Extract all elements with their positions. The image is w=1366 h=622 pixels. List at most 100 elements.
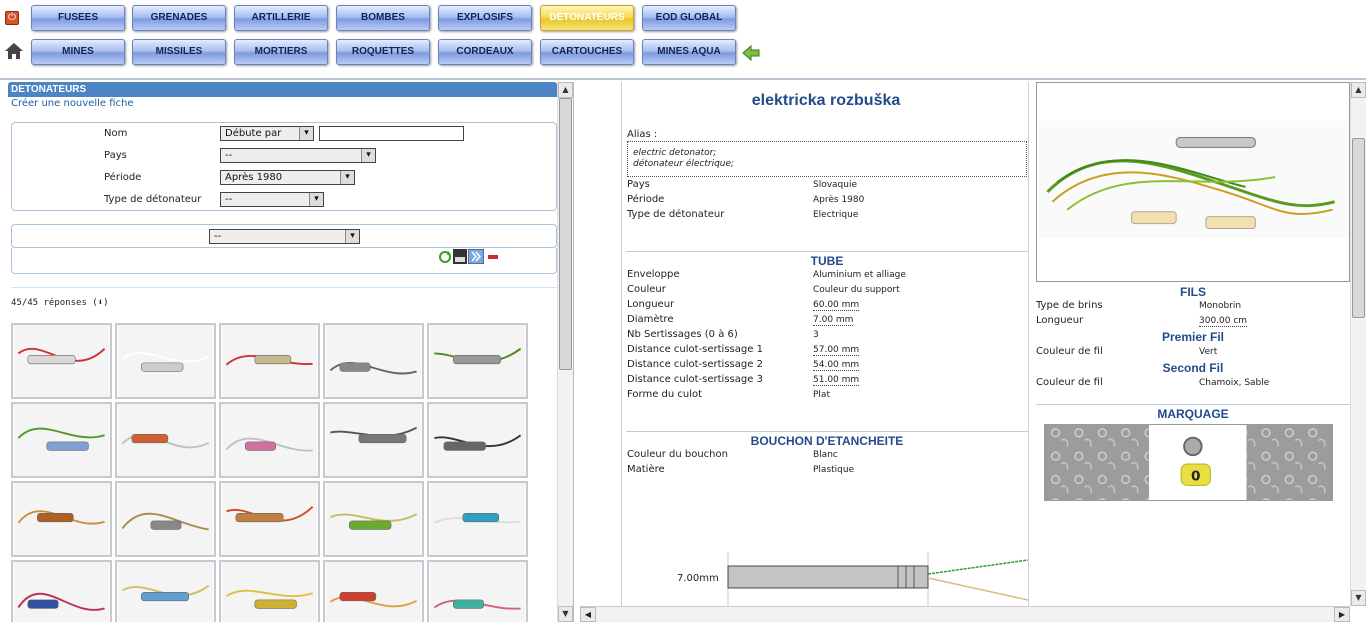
horizontal-scrollbar[interactable]: ◀ ▶ [580, 606, 1350, 622]
result-thumbnail[interactable] [219, 481, 320, 557]
country-select[interactable]: -- [220, 148, 376, 163]
period-select[interactable]: Après 1980 [220, 170, 355, 185]
right-scrollbar[interactable]: ▲ ▼ [1350, 82, 1366, 606]
back-arrow-icon[interactable] [742, 45, 760, 61]
home-icon[interactable] [4, 42, 24, 60]
scroll-left-icon[interactable]: ◀ [580, 607, 596, 622]
extra-select[interactable]: -- [209, 229, 360, 244]
gif-export-icon[interactable] [453, 249, 467, 264]
field-value: 60.00 mm [813, 300, 860, 311]
field-value: Chamoix, Sable [1199, 378, 1270, 388]
field-value: Electrique [813, 210, 859, 220]
nav-button-explosifs[interactable]: EXPLOSIFS [438, 5, 532, 31]
alias-item: electric detonator; [633, 148, 717, 158]
search-panel: DETONATEURS Créer une nouvelle fiche Nom… [0, 82, 574, 622]
fiche-title: elektricka rozbuška [751, 92, 901, 109]
result-thumbnail[interactable] [219, 560, 320, 622]
scroll-thumb[interactable] [1352, 138, 1365, 318]
nav-button-detonateurs[interactable]: DETONATEURS [540, 5, 634, 31]
new-record-link[interactable]: Créer une nouvelle fiche [11, 98, 134, 109]
field-label: Couleur du bouchon [627, 449, 728, 460]
left-scrollbar[interactable]: ▲ ▼ [557, 82, 573, 622]
field-label: Couleur [627, 284, 666, 295]
type-select[interactable]: -- [220, 192, 324, 207]
name-mode-select[interactable]: Débute par [220, 126, 314, 141]
result-thumbnail[interactable] [115, 323, 216, 399]
field-label: Type de brins [1036, 300, 1103, 311]
alias-label: Alias : [627, 129, 658, 140]
result-thumbnail[interactable] [427, 481, 528, 557]
nav-button-cordeaux[interactable]: CORDEAUX [438, 39, 532, 65]
marking-text: 0 [1191, 469, 1200, 485]
scroll-up-icon[interactable]: ▲ [1351, 82, 1366, 98]
nav-button-roquettes[interactable]: ROQUETTES [336, 39, 430, 65]
result-thumbnail[interactable] [219, 402, 320, 478]
result-thumbnail[interactable] [427, 560, 528, 622]
field-value: 3 [813, 330, 819, 340]
result-thumbnail[interactable] [115, 560, 216, 622]
field-label: Distance culot-sertissage 2 [627, 359, 763, 370]
name-input[interactable] [319, 126, 464, 141]
result-thumbnail[interactable] [115, 402, 216, 478]
field-label: Matière [627, 464, 665, 475]
nav-button-eod-global[interactable]: EOD GLOBAL [642, 5, 736, 31]
result-thumbnail[interactable] [115, 481, 216, 557]
divider [1036, 404, 1350, 405]
scroll-thumb[interactable] [559, 98, 572, 370]
scroll-up-icon[interactable]: ▲ [558, 82, 573, 98]
scroll-down-icon[interactable]: ▼ [1351, 590, 1366, 606]
result-thumbnail[interactable] [323, 481, 424, 557]
field-value: Monobrin [1199, 301, 1242, 311]
field-value: Après 1980 [813, 195, 865, 205]
results-count: 45/45 réponses (⬇) [11, 298, 109, 308]
field-value: Aluminium et alliage [813, 270, 906, 280]
alias-item: détonateur électrique; [633, 159, 735, 169]
field-value: Plastique [813, 465, 855, 475]
result-thumbnail[interactable] [11, 323, 112, 399]
field-label: Longueur [627, 299, 675, 310]
marking-image[interactable]: 0 [1044, 424, 1333, 501]
nav-button-fusees[interactable]: FUSEES [31, 5, 125, 31]
power-icon[interactable]: ⏻ [5, 11, 19, 25]
result-thumbnail[interactable] [323, 323, 424, 399]
marquage-section-title: MARQUAGE [1157, 407, 1229, 421]
result-thumbnail[interactable] [323, 402, 424, 478]
scroll-down-icon[interactable]: ▼ [558, 606, 573, 622]
nav-button-mortiers[interactable]: MORTIERS [234, 39, 328, 65]
result-thumbnail[interactable] [11, 481, 112, 557]
fils-section-title: FILS [1180, 285, 1206, 299]
result-thumbnail[interactable] [219, 323, 320, 399]
field-label: Distance culot-sertissage 3 [627, 374, 763, 385]
detonator-photo[interactable] [1036, 82, 1350, 282]
field-label: Distance culot-sertissage 1 [627, 344, 763, 355]
field-label: Diamètre [627, 314, 674, 325]
field-value: Couleur du support [813, 285, 900, 295]
detail-panel: elektricka rozbuška Alias : electric det… [580, 82, 1366, 622]
detail-side-column: FILS Type de brins Monobrin Longueur 300.00… [1036, 82, 1351, 606]
nav-button-missiles[interactable]: MISSILES [132, 39, 226, 65]
nav-button-cartouches[interactable]: CARTOUCHES [540, 39, 634, 65]
result-thumbnail[interactable] [427, 402, 528, 478]
field-value: 51.00 mm [813, 375, 860, 386]
tube-section-title: TUBE [626, 251, 1028, 268]
top-navigation: ⏻ FUSEES GRENADES ARTILLERIE BOMBES EXPLOSIF… [0, 0, 1366, 80]
result-thumbnail[interactable] [427, 323, 528, 399]
nav-button-bombes[interactable]: BOMBES [336, 5, 430, 31]
scroll-right-icon[interactable]: ▶ [1334, 607, 1350, 622]
bouchon-section-title: BOUCHON D'ETANCHEITE [626, 431, 1028, 448]
result-thumbnail[interactable] [11, 560, 112, 622]
nav-button-mines-aqua[interactable]: MINES AQUA [642, 39, 736, 65]
next-icon[interactable] [468, 249, 484, 264]
nav-button-grenades[interactable]: GRENADES [132, 5, 226, 31]
field-label: Enveloppe [627, 269, 680, 280]
result-thumbnail[interactable] [323, 560, 424, 622]
field-value: Vert [1199, 347, 1218, 357]
field-value: Blanc [813, 450, 838, 460]
remove-icon[interactable] [488, 255, 498, 259]
second-fil-title: Second Fil [1162, 361, 1224, 375]
result-thumbnail[interactable] [11, 402, 112, 478]
type-label: Type de détonateur [104, 194, 202, 205]
refresh-icon[interactable] [438, 250, 452, 264]
nav-button-mines[interactable]: MINES [31, 39, 125, 65]
nav-button-artillerie[interactable]: ARTILLERIE [234, 5, 328, 31]
